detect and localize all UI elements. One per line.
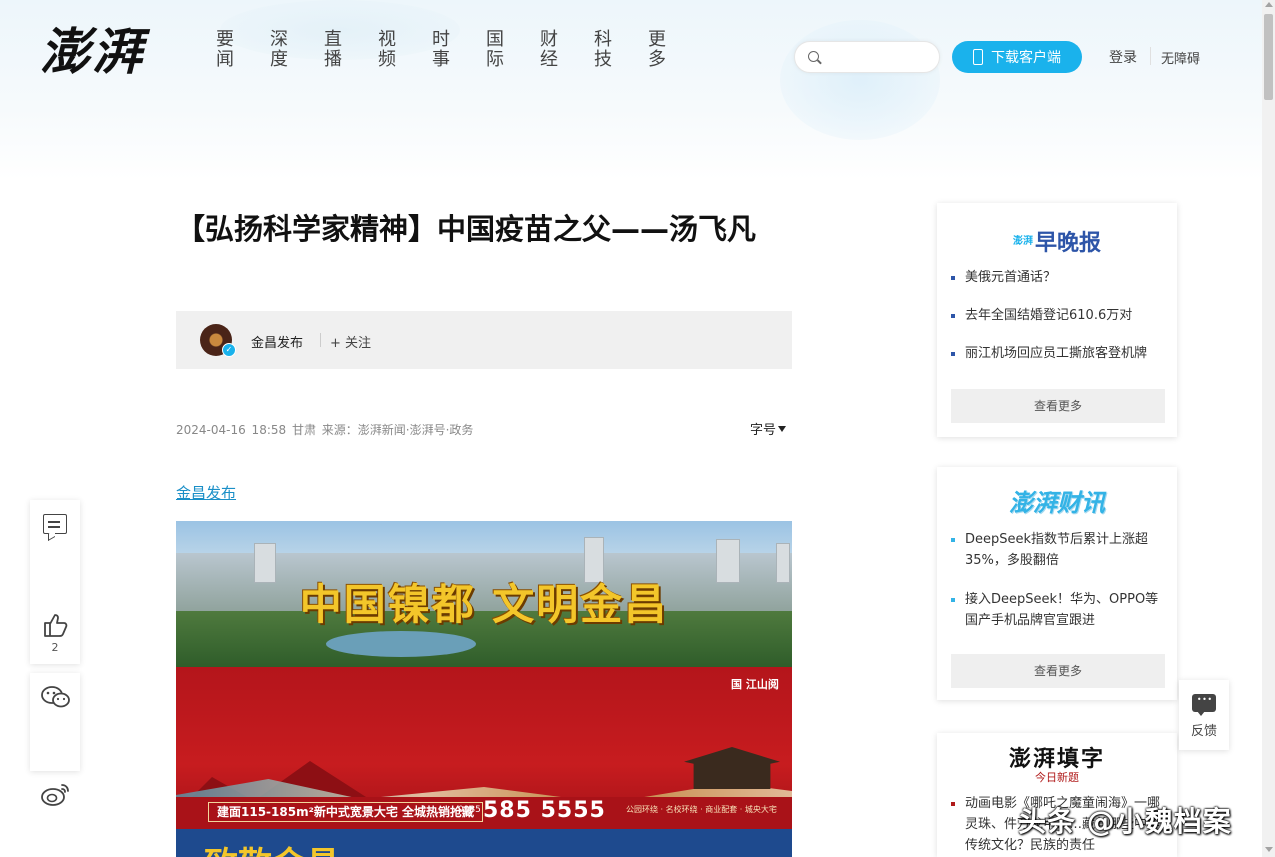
- author-name[interactable]: 金昌发布: [251, 332, 303, 351]
- comment-icon: [43, 514, 67, 534]
- banner-bottom-text: 致敬金昌: [204, 837, 340, 857]
- like-button[interactable]: 2: [30, 550, 80, 654]
- favorite-button[interactable]: [30, 610, 80, 759]
- article-action-bar: 2: [30, 500, 80, 759]
- finance-news-logo[interactable]: 澎湃财讯: [937, 483, 1177, 518]
- finance-news-card: 澎湃财讯 DeepSeek指数节后累计上涨超35%，多股翻倍 接入DeepSee…: [937, 467, 1177, 700]
- banner-promo: 建面115-185m²新中式宽景大宅 全城热销抢藏: [208, 802, 484, 822]
- banner-headline: 中国镍都 文明金昌: [299, 580, 669, 629]
- morning-evening-report-card: 澎湃早晚报 美俄元首通话？ 去年全国结婚登记610.6万对 丽江机场回应员工撕旅…: [937, 203, 1177, 437]
- font-size-toggle[interactable]: 字号: [750, 419, 787, 438]
- banner-tags: 公园环绕 · 名校环绕 · 商业配套 · 城央大宅: [626, 805, 777, 814]
- share-weibo-button[interactable]: [30, 721, 80, 806]
- scroll-thumb[interactable]: [1264, 14, 1273, 100]
- nav-item-news[interactable]: 要闻: [216, 30, 234, 70]
- logo-main-text: 早晚报: [1034, 230, 1101, 256]
- list-item[interactable]: 丽江机场回应员工撕旅客登机牌: [951, 343, 1165, 364]
- scroll-down-arrow-icon[interactable]: [1265, 847, 1273, 852]
- caret-down-icon: [778, 426, 787, 432]
- article-banner-image: 中国镍都 文明金昌 国 江山阅 建面115-185m²新中式宽景大宅 全城热销抢…: [176, 521, 792, 857]
- source-link[interactable]: 金昌发布: [176, 482, 236, 503]
- feedback-button[interactable]: 反馈: [1179, 680, 1229, 750]
- nav-item-more[interactable]: 更多: [648, 30, 666, 70]
- view-more-button[interactable]: 查看更多: [951, 389, 1165, 423]
- author-divider: [320, 333, 321, 347]
- banner-lake: [326, 631, 476, 657]
- nav-item-live[interactable]: 直播: [324, 30, 342, 70]
- feedback-label: 反馈: [1190, 724, 1217, 739]
- share-wechat-button[interactable]: [30, 673, 80, 721]
- list-item[interactable]: DeepSeek指数节后累计上涨超35%，多股翻倍: [951, 529, 1165, 571]
- main-nav: 要闻 深度 直播 视频 时事 国际 财经 科技 更多: [216, 30, 702, 70]
- author-bar: ✓ 金昌发布 + 关注: [176, 311, 792, 369]
- list-item[interactable]: 美俄元首通话？: [951, 267, 1165, 288]
- weibo-icon: [40, 781, 72, 807]
- nav-item-video[interactable]: 视频: [378, 30, 396, 70]
- phone-icon: [973, 49, 983, 65]
- wechat-icon: [40, 685, 72, 709]
- list-item[interactable]: 去年全国结婚登记610.6万对: [951, 305, 1165, 326]
- nav-item-finance[interactable]: 财经: [540, 30, 558, 70]
- watermark: 头条 @小魏档案: [1018, 805, 1232, 838]
- nav-item-depth[interactable]: 深度: [270, 30, 288, 70]
- finance-news-list: DeepSeek指数节后累计上涨超35%，多股翻倍 接入DeepSeek！华为、…: [951, 529, 1165, 631]
- comment-button[interactable]: [30, 500, 80, 550]
- logo-small-text: 澎湃: [1012, 236, 1033, 247]
- download-app-label: 下载客户端: [991, 50, 1061, 66]
- article-meta: 2024-04-16 18:58 甘肃 来源：澎湃新闻·澎湃号·政务: [176, 423, 474, 437]
- font-size-label: 字号: [750, 423, 777, 438]
- nav-item-tech[interactable]: 科技: [594, 30, 612, 70]
- view-more-button[interactable]: 查看更多: [951, 654, 1165, 688]
- login-link[interactable]: 登录: [1109, 47, 1137, 67]
- accessibility-link[interactable]: 无障碍: [1161, 48, 1200, 67]
- crossword-subtitle: 今日新题: [1035, 771, 1079, 784]
- site-logo[interactable]: 澎湃: [40, 22, 144, 82]
- banner-area-code: 0935: [458, 805, 481, 815]
- list-item[interactable]: 接入DeepSeek！华为、OPPO等国产手机品牌官宣跟进: [951, 589, 1165, 631]
- feedback-icon: [1192, 694, 1216, 716]
- search-icon[interactable]: [808, 51, 819, 62]
- nav-item-international[interactable]: 国际: [486, 30, 504, 70]
- article-title: 【弘扬科学家精神】中国疫苗之父——汤飞凡: [176, 212, 757, 246]
- search-box[interactable]: [794, 41, 940, 73]
- download-app-button[interactable]: 下载客户端: [952, 41, 1082, 73]
- nav-item-current[interactable]: 时事: [432, 30, 450, 70]
- banner-phone: 585 5555: [483, 798, 606, 823]
- morning-evening-report-logo[interactable]: 澎湃早晚报: [937, 225, 1177, 257]
- search-input[interactable]: [825, 47, 929, 69]
- share-bar: [30, 673, 80, 806]
- header-background: [0, 0, 1262, 180]
- follow-button[interactable]: + 关注: [330, 332, 371, 351]
- verified-icon: ✓: [222, 343, 236, 357]
- banner-brand: 国 江山阅: [731, 678, 779, 691]
- report-news-list: 美俄元首通话？ 去年全国结婚登记610.6万对 丽江机场回应员工撕旅客登机牌: [951, 267, 1165, 364]
- page-scrollbar[interactable]: [1262, 0, 1275, 857]
- scroll-up-arrow-icon[interactable]: [1265, 2, 1273, 7]
- header-glow: [780, 20, 940, 140]
- header-divider: [1150, 47, 1151, 65]
